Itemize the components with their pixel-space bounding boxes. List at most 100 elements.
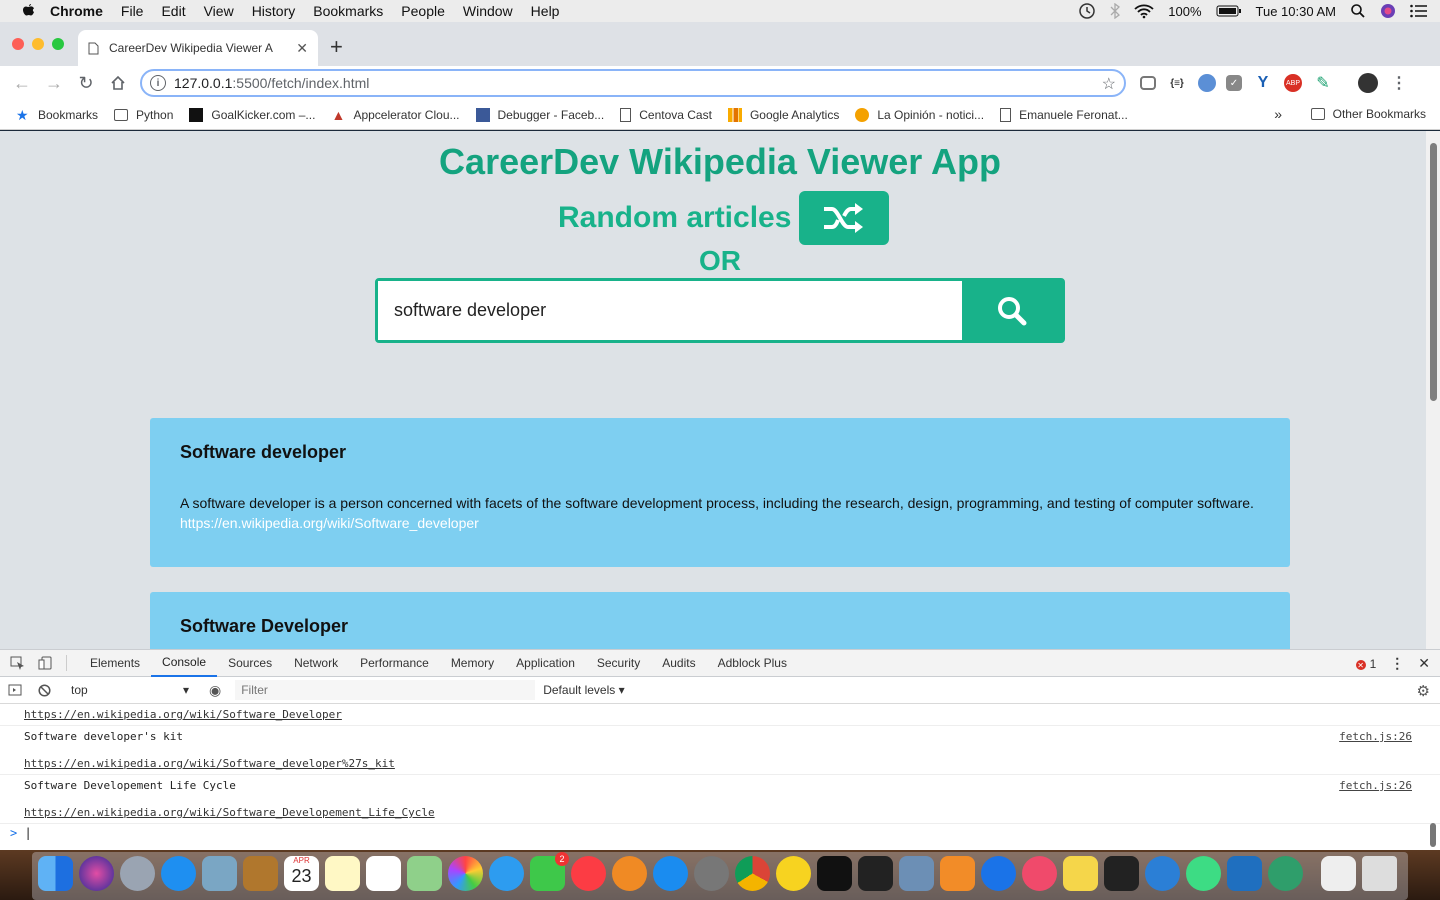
unity-icon[interactable] [1104,856,1139,891]
ibooks-icon[interactable] [612,856,647,891]
bookmark-star-icon[interactable]: ☆ [1102,74,1116,94]
devtools-menu-icon[interactable]: ⋮ [1390,655,1404,672]
battery-icon[interactable] [1216,5,1242,17]
tab-close-icon[interactable]: ✕ [296,40,308,57]
spotlight-search-icon[interactable] [1350,3,1366,19]
iterm-icon[interactable] [817,856,852,891]
notes-icon[interactable] [325,856,360,891]
site-info-icon[interactable]: i [150,75,166,91]
bookmark-item[interactable]: ▲ Appcelerator Clou... [331,108,459,122]
mail-stamp-icon[interactable] [202,856,237,891]
menu-bookmarks[interactable]: Bookmarks [313,3,383,19]
bookmark-item[interactable]: Google Analytics [727,107,839,122]
messages-icon[interactable] [489,856,524,891]
devtools-tab-security[interactable]: Security [586,650,651,677]
sublime-text-icon[interactable] [940,856,975,891]
vscode-icon[interactable] [1227,856,1262,891]
python-launcher-icon[interactable] [1063,856,1098,891]
notification-center-icon[interactable] [1410,4,1428,18]
bookmark-item[interactable]: Debugger - Faceb... [475,107,604,122]
inspect-element-icon[interactable] [10,656,26,670]
address-bar[interactable]: i 127.0.0.1:5500/fetch/index.html ☆ [140,69,1126,97]
facetime-icon[interactable]: 2 [530,852,569,891]
siri-icon[interactable] [1380,3,1396,19]
system-preferences-icon[interactable] [694,856,729,891]
devtools-tab-adblock-plus[interactable]: Adblock Plus [707,650,798,677]
ext-pen-icon[interactable]: ✎ [1312,72,1334,94]
app-store-icon[interactable] [653,856,688,891]
photos-icon[interactable] [448,856,483,891]
bookmark-folder[interactable]: Python [114,108,173,122]
bluetooth-icon[interactable] [1110,3,1121,19]
android-studio-icon[interactable] [1186,856,1221,891]
bookmark-item[interactable]: ★ Bookmarks [16,108,98,122]
result-link[interactable]: https://en.wikipedia.org/wiki/Software_d… [180,515,479,531]
devtools-tab-console[interactable]: Console [151,650,218,677]
device-toolbar-icon[interactable] [38,656,54,670]
devtools-tab-sources[interactable]: Sources [217,650,283,677]
menu-edit[interactable]: Edit [161,3,185,19]
trash-icon[interactable] [1362,856,1397,891]
close-window-button[interactable] [12,38,24,50]
scrollbar-thumb[interactable] [1430,143,1437,401]
context-selector[interactable]: top ▾ [65,683,195,697]
reminders-icon[interactable] [366,856,401,891]
terminal-icon[interactable] [858,856,893,891]
menu-people[interactable]: People [401,3,445,19]
random-article-button[interactable] [799,191,890,245]
more-bookmarks-chevron[interactable]: » [1274,106,1282,122]
menu-app-name[interactable]: Chrome [50,3,103,19]
menu-view[interactable]: View [204,3,234,19]
devtools-tab-memory[interactable]: Memory [440,650,505,677]
console-log-source[interactable]: fetch.js:26 [1339,730,1412,743]
zoom-window-button[interactable] [52,38,64,50]
minimize-window-button[interactable] [32,38,44,50]
safari-icon[interactable] [161,856,196,891]
ext-y-icon[interactable]: Y [1252,72,1274,94]
menu-file[interactable]: File [121,3,144,19]
other-bookmarks-folder[interactable]: Other Bookmarks [1310,107,1426,121]
sidebar-toggle-icon[interactable] [8,684,22,696]
menu-history[interactable]: History [252,3,296,19]
ext-check-icon[interactable]: ✓ [1226,75,1242,91]
chrome-icon[interactable] [735,856,770,891]
siri-icon[interactable] [79,856,114,891]
new-tab-button[interactable]: + [330,36,343,58]
devtools-close-icon[interactable]: ✕ [1418,655,1430,672]
bookmark-item[interactable]: GoalKicker.com –... [189,107,315,122]
location-app-icon[interactable] [981,856,1016,891]
menubar-clock[interactable]: Tue 10:30 AM [1256,4,1336,19]
network-utility-icon[interactable] [899,856,934,891]
back-arrow-icon[interactable]: ← [6,67,38,99]
contacts-icon[interactable] [243,856,278,891]
atom-icon[interactable] [1268,856,1303,891]
console-log-link[interactable]: https://en.wikipedia.org/wiki/Software_D… [24,806,1416,819]
bookmark-item[interactable]: Emanuele Feronat... [1000,107,1128,122]
console-prompt[interactable]: > | [0,824,1440,842]
wifi-icon[interactable] [1134,3,1154,19]
clear-console-icon[interactable] [38,683,51,697]
console-log-link[interactable]: https://en.wikipedia.org/wiki/Software_d… [24,757,1416,770]
maps-icon[interactable] [407,856,442,891]
devtools-tab-elements[interactable]: Elements [79,650,151,677]
openoffice-icon[interactable] [1145,856,1180,891]
ext-blue-circle-icon[interactable] [1198,74,1216,92]
calendar-icon[interactable]: APR 23 [284,856,319,891]
devtools-tab-network[interactable]: Network [283,650,349,677]
console-filter-input[interactable] [235,680,536,700]
menu-help[interactable]: Help [531,3,560,19]
log-levels-dropdown[interactable]: Default levels ▾ [543,683,624,697]
adblock-plus-icon[interactable]: ABP [1284,74,1302,92]
cast-extension-icon[interactable] [1140,76,1156,90]
apple-icon[interactable] [20,3,36,19]
time-machine-icon[interactable] [1078,2,1096,20]
console-log-source[interactable]: fetch.js:26 [1339,779,1412,792]
devtools-tab-audits[interactable]: Audits [651,650,706,677]
console-log-link[interactable]: https://en.wikipedia.org/wiki/Software_D… [24,708,1416,721]
flickr-icon[interactable] [1022,856,1057,891]
browser-tab-active[interactable]: CareerDev Wikipedia Viewer A ✕ [78,30,318,66]
reload-icon[interactable]: ↻ [70,67,102,99]
page-scrollbar[interactable] [1426,131,1440,649]
console-settings-gear-icon[interactable]: ⚙ [1417,682,1430,700]
home-icon[interactable] [102,67,134,99]
